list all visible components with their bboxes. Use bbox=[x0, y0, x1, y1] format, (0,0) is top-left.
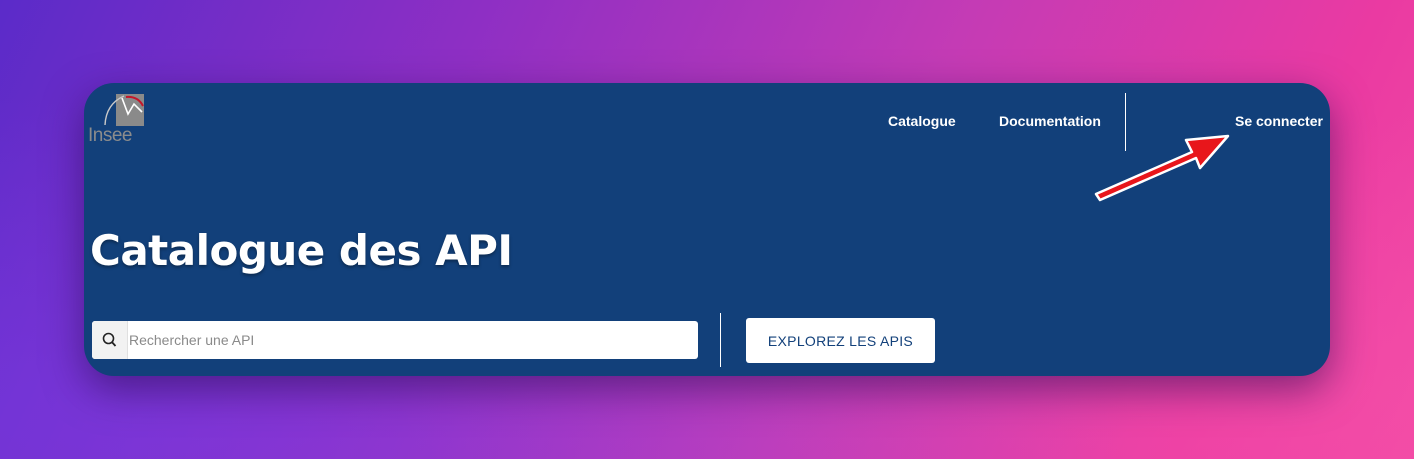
page-title: Catalogue des API bbox=[90, 226, 513, 275]
logo-text: Insee bbox=[88, 125, 132, 146]
login-link[interactable]: Se connecter bbox=[1235, 113, 1323, 129]
site-header: Insee Catalogue Documentation Se connect… bbox=[84, 83, 1330, 376]
insee-logo[interactable]: Insee bbox=[88, 92, 144, 148]
nav-catalogue[interactable]: Catalogue bbox=[888, 113, 956, 129]
explore-apis-button[interactable]: EXPLOREZ LES APIS bbox=[746, 318, 935, 363]
search-box bbox=[92, 321, 698, 359]
nav-documentation[interactable]: Documentation bbox=[999, 113, 1101, 129]
logo-mark-icon bbox=[104, 94, 144, 126]
search-icon bbox=[92, 321, 128, 359]
search-input[interactable] bbox=[128, 321, 689, 359]
search-divider bbox=[720, 313, 721, 367]
arrow-pointer-icon bbox=[1094, 134, 1230, 202]
